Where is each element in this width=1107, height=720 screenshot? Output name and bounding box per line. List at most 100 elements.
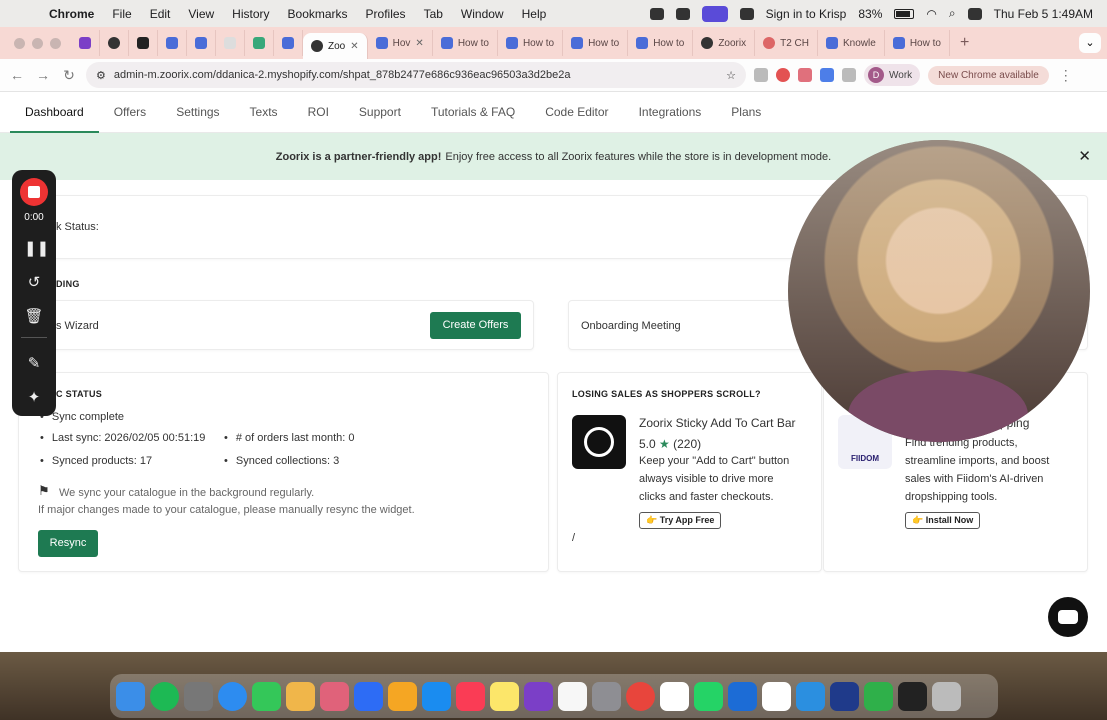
- trash-icon[interactable]: [932, 681, 961, 711]
- app-icon[interactable]: [728, 681, 757, 711]
- nav-integrations[interactable]: Integrations: [624, 92, 717, 133]
- kebab-menu-icon[interactable]: ⋮: [1057, 67, 1075, 84]
- update-chrome-button[interactable]: New Chrome available: [928, 65, 1049, 85]
- pages-icon[interactable]: [388, 681, 417, 711]
- menu-profiles[interactable]: Profiles: [357, 7, 415, 21]
- tab[interactable]: How to: [563, 30, 629, 56]
- close-tab-icon[interactable]: ✕: [350, 41, 358, 52]
- close-window-button[interactable]: [14, 37, 25, 49]
- tab[interactable]: [129, 30, 158, 56]
- tab[interactable]: How to: [628, 30, 694, 56]
- bookmark-star-icon[interactable]: ☆: [726, 69, 736, 82]
- minimize-window-button[interactable]: [32, 37, 43, 49]
- menu-window[interactable]: Window: [452, 7, 513, 21]
- safari-icon[interactable]: [218, 681, 247, 711]
- chrome-icon[interactable]: [626, 681, 655, 711]
- photos-icon[interactable]: [286, 681, 315, 711]
- tab[interactable]: Zoorix: [693, 30, 756, 56]
- menu-edit[interactable]: Edit: [141, 7, 180, 21]
- install-now-button[interactable]: 👉 Install Now: [905, 512, 981, 529]
- nav-plans[interactable]: Plans: [716, 92, 776, 133]
- spotify-icon[interactable]: [150, 681, 179, 711]
- draw-icon[interactable]: ✎: [24, 354, 44, 372]
- notes-icon[interactable]: [490, 681, 519, 711]
- tab[interactable]: How to: [433, 30, 498, 56]
- effects-icon[interactable]: ✦: [24, 388, 44, 406]
- menu-help[interactable]: Help: [513, 7, 556, 21]
- pause-icon[interactable]: ❚❚: [24, 239, 49, 257]
- krisp-icon[interactable]: [739, 7, 754, 20]
- tab[interactable]: [274, 30, 303, 56]
- new-tab-icon[interactable]: +: [950, 34, 979, 52]
- webcam-bubble[interactable]: [788, 140, 1090, 442]
- whatsapp-icon[interactable]: [694, 681, 723, 711]
- profile-button[interactable]: D Work: [864, 64, 921, 86]
- tab[interactable]: How to: [498, 30, 564, 56]
- slack-icon[interactable]: [660, 681, 689, 711]
- maximize-window-button[interactable]: [50, 37, 61, 49]
- resync-button[interactable]: Resync: [38, 530, 98, 557]
- site-info-icon[interactable]: ⚙: [96, 69, 106, 82]
- tab[interactable]: Hov ✕: [368, 30, 433, 56]
- terminal-icon[interactable]: [898, 681, 927, 711]
- restart-icon[interactable]: ↺: [24, 273, 44, 291]
- menu-view[interactable]: View: [179, 7, 223, 21]
- krisp-signin[interactable]: Sign in to Krisp: [766, 7, 847, 21]
- zoom-icon[interactable]: [354, 681, 383, 711]
- music-icon[interactable]: [456, 681, 485, 711]
- status-icon[interactable]: [649, 7, 664, 20]
- nav-support[interactable]: Support: [344, 92, 416, 133]
- wifi-icon[interactable]: ◠: [926, 7, 936, 21]
- menu-history[interactable]: History: [223, 7, 278, 21]
- back-icon[interactable]: ←: [8, 67, 26, 83]
- close-tab-icon[interactable]: ✕: [415, 38, 423, 49]
- nav-tutorials[interactable]: Tutorials & FAQ: [416, 92, 530, 133]
- tab[interactable]: How to: [885, 30, 950, 56]
- nav-texts[interactable]: Texts: [235, 92, 293, 133]
- tab[interactable]: [187, 30, 216, 56]
- tab-active[interactable]: Zoo ✕: [303, 33, 368, 59]
- calendar-icon[interactable]: [762, 681, 791, 711]
- menu-file[interactable]: File: [103, 7, 140, 21]
- extension-icon[interactable]: [798, 68, 812, 82]
- nav-settings[interactable]: Settings: [161, 92, 234, 133]
- volume-icon[interactable]: [675, 7, 690, 20]
- system-settings-icon[interactable]: [592, 681, 621, 711]
- forward-icon[interactable]: →: [34, 67, 52, 83]
- tab[interactable]: Knowle: [818, 30, 885, 56]
- menu-bookmarks[interactable]: Bookmarks: [279, 7, 357, 21]
- finder-icon[interactable]: [116, 681, 145, 711]
- address-bar[interactable]: ⚙ admin-m.zoorix.com/ddanica-2.myshopify…: [86, 62, 746, 88]
- clock[interactable]: Thu Feb 5 1:49AM: [994, 7, 1093, 21]
- sticky-cart-app-icon[interactable]: [572, 415, 626, 469]
- tab[interactable]: [245, 30, 274, 56]
- app-icon[interactable]: [524, 681, 553, 711]
- screenshot-icon[interactable]: [184, 681, 213, 711]
- nav-code-editor[interactable]: Code Editor: [530, 92, 623, 133]
- screen-record-icon[interactable]: [701, 5, 728, 22]
- extension-icon[interactable]: [776, 68, 790, 82]
- tab[interactable]: [71, 30, 100, 56]
- launchpad-icon[interactable]: [320, 681, 349, 711]
- create-offers-button[interactable]: Create Offers: [430, 312, 521, 339]
- battery-icon[interactable]: [894, 8, 915, 19]
- nav-offers[interactable]: Offers: [99, 92, 161, 133]
- tab[interactable]: T2 CH: [755, 30, 819, 56]
- trash-icon[interactable]: 🗑: [24, 307, 44, 325]
- search-icon[interactable]: ⌕: [949, 6, 956, 21]
- tab[interactable]: [100, 30, 129, 56]
- extension-icon[interactable]: [820, 68, 834, 82]
- app-icon[interactable]: [796, 681, 825, 711]
- reload-icon[interactable]: ↻: [60, 67, 78, 84]
- messages-icon[interactable]: [252, 681, 281, 711]
- freeform-icon[interactable]: [558, 681, 587, 711]
- chat-widget-icon[interactable]: [1048, 597, 1088, 637]
- tab-search-icon[interactable]: ⌄: [1079, 33, 1101, 53]
- nav-roi[interactable]: ROI: [293, 92, 344, 133]
- menu-app-name[interactable]: Chrome: [40, 7, 103, 21]
- numbers-icon[interactable]: [864, 681, 893, 711]
- control-center-icon[interactable]: [967, 7, 982, 20]
- app-store-icon[interactable]: [422, 681, 451, 711]
- app1-title[interactable]: Zoorix Sticky Add To Cart Bar: [639, 416, 796, 430]
- app-icon[interactable]: [830, 681, 859, 711]
